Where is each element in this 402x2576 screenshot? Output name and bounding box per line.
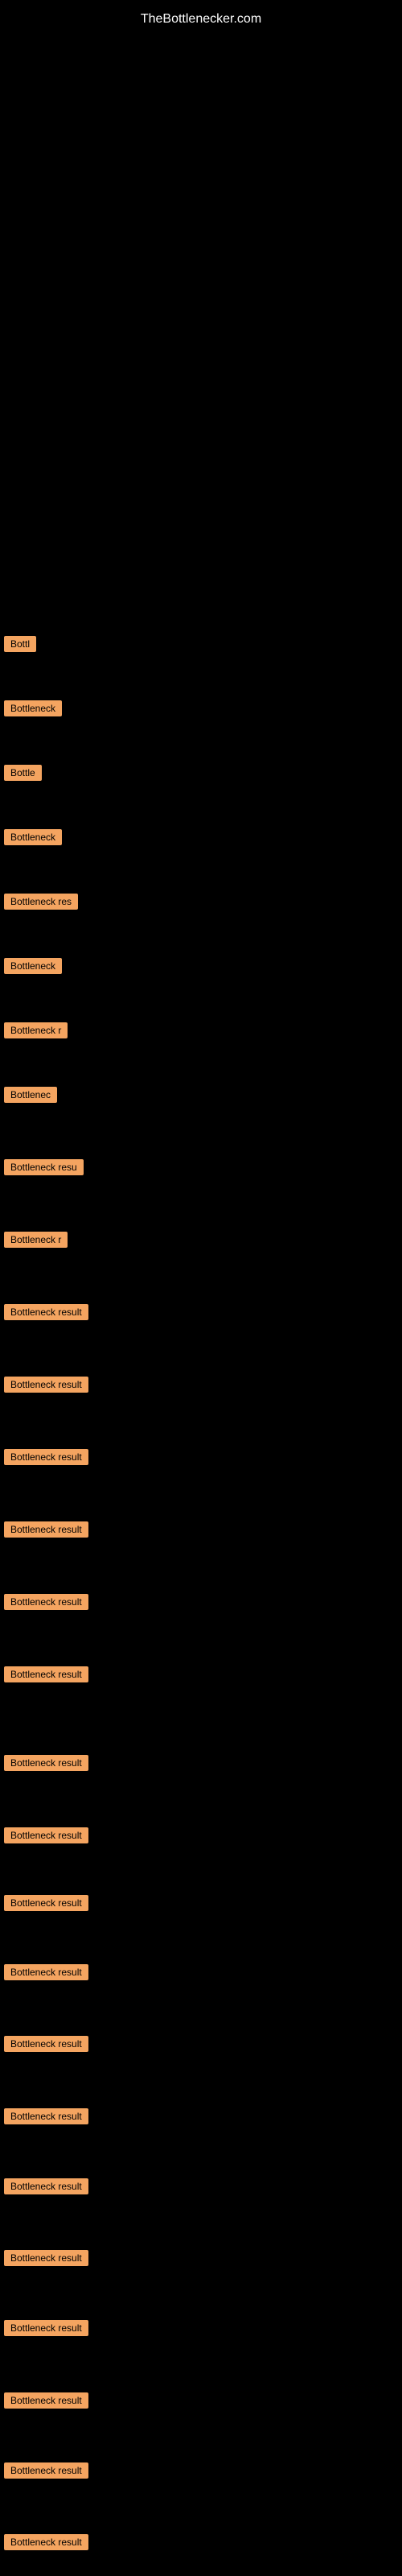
bottleneck-result-container: Bottlenec	[4, 1087, 57, 1107]
bottleneck-result-container: Bottleneck result	[4, 1895, 88, 1915]
bottleneck-result-container: Bottleneck result	[4, 1666, 88, 1686]
bottleneck-result-container: Bottleneck result	[4, 2178, 88, 2198]
bottleneck-result-container: Bottleneck result	[4, 2036, 88, 2056]
bottleneck-result-badge[interactable]: Bottleneck result	[4, 1827, 88, 1843]
bottleneck-result-badge[interactable]: Bottleneck result	[4, 1755, 88, 1771]
site-title: TheBottlenecker.com	[0, 4, 402, 35]
bottleneck-result-container: Bottleneck result	[4, 1594, 88, 1614]
bottleneck-result-container: Bottleneck r	[4, 1022, 68, 1042]
bottleneck-result-container: Bottleneck result	[4, 1449, 88, 1469]
bottleneck-result-badge[interactable]: Bottle	[4, 765, 42, 781]
bottleneck-result-badge[interactable]: Bottleneck result	[4, 1594, 88, 1610]
bottleneck-result-container: Bottleneck result	[4, 1827, 88, 1847]
bottleneck-result-container: Bottleneck result	[4, 2534, 88, 2554]
bottleneck-result-container: Bottleneck r	[4, 1232, 68, 1252]
bottleneck-result-container: Bottleneck result	[4, 2462, 88, 2483]
bottleneck-result-container: Bottleneck res	[4, 894, 78, 914]
bottleneck-result-container: Bottl	[4, 636, 36, 656]
bottleneck-result-badge[interactable]: Bottleneck result	[4, 1377, 88, 1393]
bottleneck-result-badge[interactable]: Bottleneck result	[4, 1964, 88, 1980]
bottleneck-result-badge[interactable]: Bottleneck resu	[4, 1159, 84, 1175]
bottleneck-result-badge[interactable]: Bottlenec	[4, 1087, 57, 1103]
bottleneck-result-badge[interactable]: Bottleneck result	[4, 1521, 88, 1538]
bottleneck-result-badge[interactable]: Bottleneck result	[4, 2320, 88, 2336]
bottleneck-result-container: Bottleneck result	[4, 1521, 88, 1542]
bottleneck-result-badge[interactable]: Bottleneck result	[4, 1895, 88, 1911]
bottleneck-result-container: Bottleneck result	[4, 2392, 88, 2413]
bottleneck-result-container: Bottleneck result	[4, 2320, 88, 2340]
bottleneck-result-container: Bottleneck	[4, 829, 62, 849]
bottleneck-result-badge[interactable]: Bottleneck result	[4, 1304, 88, 1320]
bottleneck-result-container: Bottle	[4, 765, 42, 785]
bottleneck-result-badge[interactable]: Bottleneck result	[4, 2108, 88, 2124]
bottleneck-result-badge[interactable]: Bottleneck result	[4, 2036, 88, 2052]
bottleneck-result-badge[interactable]: Bottleneck result	[4, 2534, 88, 2550]
bottleneck-result-badge[interactable]: Bottleneck result	[4, 2178, 88, 2194]
bottleneck-result-container: Bottleneck result	[4, 1755, 88, 1775]
bottleneck-result-container: Bottleneck result	[4, 1377, 88, 1397]
bottleneck-result-badge[interactable]: Bottleneck result	[4, 2392, 88, 2409]
bottleneck-result-container: Bottleneck	[4, 700, 62, 720]
bottleneck-result-badge[interactable]: Bottleneck result	[4, 1666, 88, 1682]
bottleneck-result-badge[interactable]: Bottleneck r	[4, 1022, 68, 1038]
bottleneck-result-badge[interactable]: Bottleneck	[4, 829, 62, 845]
bottleneck-result-badge[interactable]: Bottleneck res	[4, 894, 78, 910]
bottleneck-result-container: Bottleneck	[4, 958, 62, 978]
bottleneck-result-badge[interactable]: Bottleneck	[4, 700, 62, 716]
bottleneck-result-badge[interactable]: Bottleneck result	[4, 1449, 88, 1465]
bottleneck-result-badge[interactable]: Bottleneck	[4, 958, 62, 974]
bottleneck-result-container: Bottleneck result	[4, 1304, 88, 1324]
bottleneck-result-badge[interactable]: Bottleneck result	[4, 2250, 88, 2266]
bottleneck-result-badge[interactable]: Bottl	[4, 636, 36, 652]
bottleneck-result-container: Bottleneck result	[4, 2250, 88, 2270]
bottleneck-result-container: Bottleneck result	[4, 2108, 88, 2128]
bottleneck-result-badge[interactable]: Bottleneck result	[4, 2462, 88, 2479]
bottleneck-result-badge[interactable]: Bottleneck r	[4, 1232, 68, 1248]
bottleneck-result-container: Bottleneck resu	[4, 1159, 84, 1179]
bottleneck-result-container: Bottleneck result	[4, 1964, 88, 1984]
